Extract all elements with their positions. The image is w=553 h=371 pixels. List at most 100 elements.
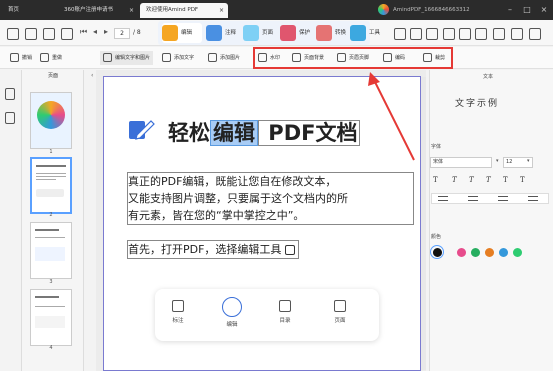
account-name: AmindPDF_1666846663312 xyxy=(393,7,470,13)
dock-label: 目录 xyxy=(279,318,291,324)
paragraph-2[interactable]: 首先，打开PDF，选择编辑工具 xyxy=(127,240,299,259)
mode-annotate[interactable]: 注释 xyxy=(206,23,240,43)
undo-label: 撤销 xyxy=(22,55,33,61)
subscript-icon[interactable]: T xyxy=(520,176,525,184)
redo-button[interactable]: 重做 xyxy=(40,51,62,65)
crop-button[interactable]: 裁剪 xyxy=(423,51,445,65)
hand-tool-icon[interactable] xyxy=(459,28,471,40)
bookmark-icon[interactable] xyxy=(5,112,15,124)
mode-tools[interactable]: 工具 xyxy=(350,23,384,43)
chevron-down-icon[interactable]: ▾ xyxy=(527,158,530,164)
page-number: 2 xyxy=(49,212,53,218)
chevron-down-icon[interactable]: ▾ xyxy=(496,158,499,164)
text-format-icon[interactable]: T xyxy=(433,176,438,184)
mode-convert[interactable]: 转换 xyxy=(316,23,346,43)
page-number: 1 xyxy=(49,149,53,155)
fit-width-icon[interactable] xyxy=(394,28,406,40)
zoom-in-icon[interactable] xyxy=(443,28,455,40)
minimize-icon[interactable]: – xyxy=(503,3,517,17)
color-swatch-pink[interactable] xyxy=(457,248,466,257)
tab-document-active[interactable]: 欢迎使用Amind PDF × xyxy=(140,3,228,18)
close-icon[interactable]: × xyxy=(219,3,224,18)
annotate-mode-icon xyxy=(206,25,222,41)
italic-icon[interactable]: T xyxy=(452,176,457,184)
dock-label: 页面 xyxy=(334,318,346,324)
page-thumbnail-3[interactable] xyxy=(30,222,72,279)
save-icon[interactable] xyxy=(25,28,37,40)
align-justify-icon[interactable] xyxy=(528,196,538,201)
undo-button[interactable]: 撤销 xyxy=(10,51,32,65)
page-thumbnail-4[interactable] xyxy=(30,289,72,346)
page-background-button[interactable]: 页面背景 xyxy=(292,51,324,65)
align-left-icon[interactable] xyxy=(438,196,448,201)
pencil-icon xyxy=(129,119,155,141)
open-icon[interactable] xyxy=(7,28,19,40)
crop-label: 裁剪 xyxy=(435,55,446,61)
page-input[interactable]: 2 xyxy=(114,28,130,39)
bates-icon xyxy=(383,53,392,62)
strikethrough-icon[interactable]: T xyxy=(486,176,491,184)
first-page-icon[interactable]: ⏮ xyxy=(80,27,87,37)
color-swatch-green[interactable] xyxy=(471,248,480,257)
dock-toc[interactable]: 目录 xyxy=(270,300,300,324)
close-window-icon[interactable]: × xyxy=(537,3,551,17)
tools-mode-icon xyxy=(350,25,366,41)
tab-home[interactable]: 首页 xyxy=(2,3,52,18)
tab-document-1[interactable]: 360账户注册申请书 × xyxy=(58,3,138,18)
color-swatch-black[interactable] xyxy=(433,248,442,257)
header-footer-button[interactable]: 页眉页脚 xyxy=(337,51,369,65)
color-swatch-blue[interactable] xyxy=(499,248,508,257)
color-swatch-lightgreen[interactable] xyxy=(513,248,522,257)
dock-label: 标注 xyxy=(172,318,184,324)
edit-text-image-label: 编辑文字和图片 xyxy=(115,55,151,61)
edit-text-image-button[interactable]: 编辑文字和图片 xyxy=(100,51,154,65)
close-icon[interactable]: × xyxy=(129,3,134,18)
add-image-button[interactable]: 添加图片 xyxy=(208,51,240,65)
single-page-icon[interactable] xyxy=(426,28,438,40)
avatar[interactable] xyxy=(378,4,389,15)
print-icon[interactable] xyxy=(61,28,73,40)
add-text-button[interactable]: 添加文字 xyxy=(162,51,194,65)
dock-pages[interactable]: 页面 xyxy=(325,300,355,324)
edit-icon xyxy=(222,297,242,317)
collapse-panel-icon[interactable]: ‹ xyxy=(91,72,93,79)
title-highlight: 编辑 xyxy=(210,120,258,146)
page-number: 4 xyxy=(49,345,53,351)
thumbnails-title: 页面 xyxy=(47,73,58,79)
superscript-icon[interactable]: T xyxy=(503,176,508,184)
thumbnails-icon[interactable] xyxy=(5,88,15,100)
dock-edit[interactable]: 编辑 xyxy=(217,297,247,328)
page-thumbnail-2[interactable] xyxy=(30,157,72,214)
marquee-zoom-icon[interactable] xyxy=(493,28,505,40)
fullscreen-icon[interactable] xyxy=(511,28,523,40)
thumb-line xyxy=(35,296,59,298)
bates-button[interactable]: 编码 xyxy=(383,51,405,65)
bold-italic-icon[interactable]: T xyxy=(469,176,474,184)
mode-page[interactable]: 页面 xyxy=(243,23,277,43)
undo-icon xyxy=(10,53,19,62)
fit-page-icon[interactable] xyxy=(410,28,422,40)
document-title[interactable]: 轻松 编辑 PDF文档 xyxy=(168,117,361,147)
mode-label: 页面 xyxy=(262,30,274,36)
edit-text-image-icon xyxy=(103,53,112,62)
search-icon[interactable] xyxy=(529,28,541,40)
prev-page-icon[interactable]: ◂ xyxy=(93,27,97,36)
mode-label: 编辑 xyxy=(181,30,193,36)
paragraph-1[interactable]: 真正的PDF编辑，既能让您自在修改文本， 又能支持图片调整，只要属于这个文档内的… xyxy=(127,172,414,225)
align-right-icon[interactable] xyxy=(498,196,508,201)
zoom-out-icon[interactable] xyxy=(475,28,487,40)
maximize-icon[interactable]: □ xyxy=(520,3,534,17)
next-page-icon[interactable]: ▸ xyxy=(104,27,108,36)
email-icon[interactable] xyxy=(43,28,55,40)
mode-edit[interactable]: 编辑 xyxy=(162,23,202,43)
title-post: PDF文档 xyxy=(258,120,361,146)
dock-annotate[interactable]: 标注 xyxy=(163,300,193,324)
color-swatch-orange[interactable] xyxy=(485,248,494,257)
font-family-select[interactable]: 宋体 xyxy=(430,157,492,168)
mode-protect[interactable]: 保护 xyxy=(280,23,314,43)
align-center-icon[interactable] xyxy=(468,196,478,201)
watermark-icon xyxy=(258,53,267,62)
scrollbar[interactable] xyxy=(421,77,426,370)
watermark-button[interactable]: 水印 xyxy=(258,51,280,65)
page-thumbnail-1[interactable] xyxy=(30,92,72,149)
